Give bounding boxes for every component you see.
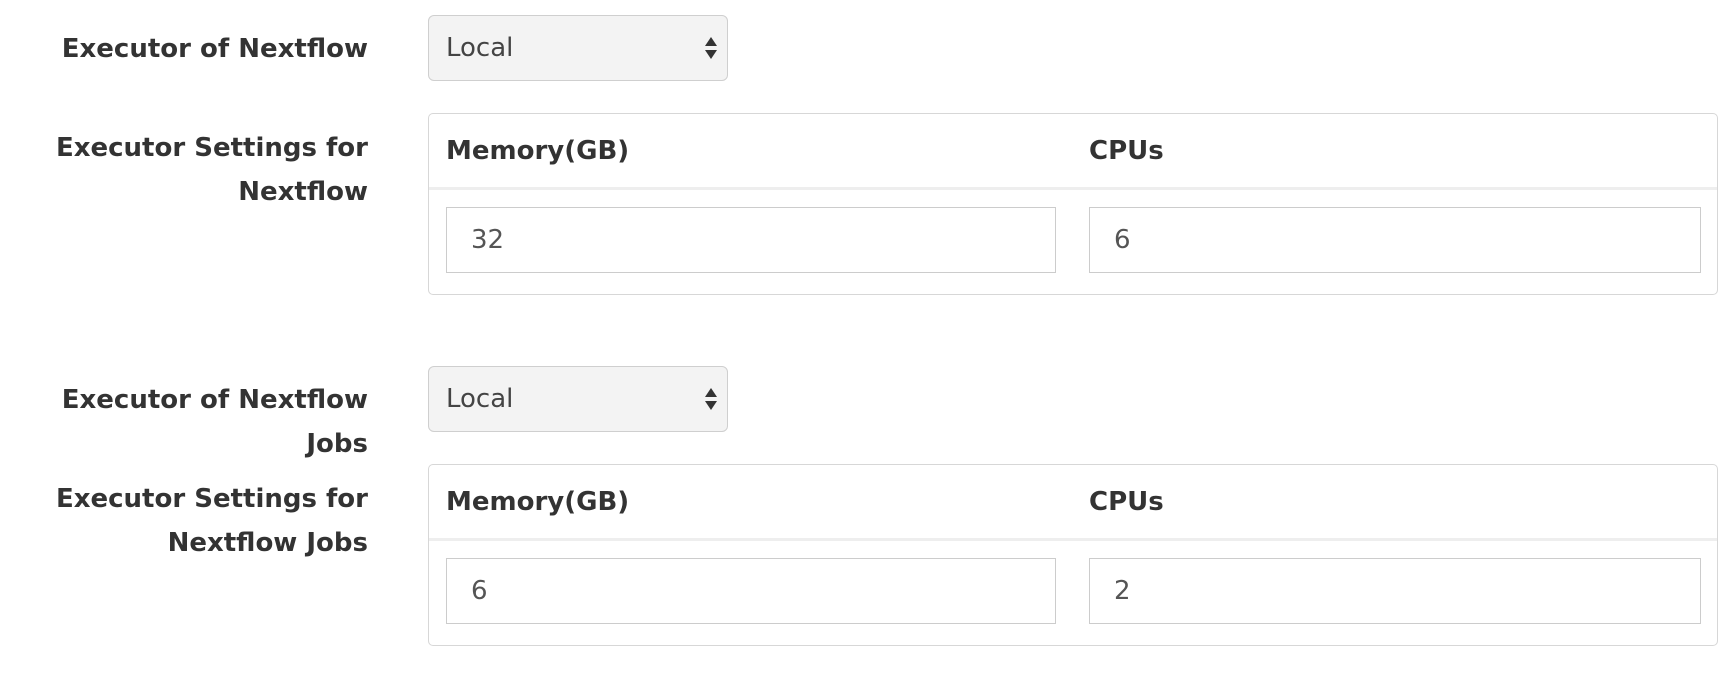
up-down-arrows-icon (705, 37, 717, 59)
executor-jobs-selected-value: Local (446, 384, 514, 414)
executor-settings-jobs-label-line1: Executor Settings for (55, 484, 368, 514)
up-down-arrows-icon (705, 388, 717, 410)
executor-settings-jobs-label-line2: Nextflow Jobs (167, 528, 368, 558)
executor-settings-jobs-label: Executor Settings for Nextflow Jobs (56, 477, 368, 565)
executor-jobs-select[interactable]: Local (428, 366, 728, 432)
jobs-memory-input[interactable] (446, 558, 1056, 624)
executor-settings-nextflow-label-line2: Nextflow (238, 177, 368, 207)
cpus-column-header: CPUs (1089, 487, 1164, 517)
executor-nextflow-selected-value: Local (446, 33, 514, 63)
settings-table-header: Memory(GB) CPUs (429, 114, 1717, 190)
executor-settings-nextflow-panel: Memory(GB) CPUs (428, 113, 1718, 295)
executor-nextflow-label: Executor of Nextflow (61, 34, 368, 64)
settings-table-header: Memory(GB) CPUs (429, 465, 1717, 541)
cpus-column-header: CPUs (1089, 136, 1164, 166)
memory-column-header: Memory(GB) (446, 136, 630, 166)
executor-settings-jobs-panel: Memory(GB) CPUs (428, 464, 1718, 646)
memory-column-header: Memory(GB) (446, 487, 630, 517)
executor-settings-nextflow-label: Executor Settings for Nextflow (56, 126, 368, 214)
nextflow-memory-input[interactable] (446, 207, 1056, 273)
executor-settings-nextflow-label-line1: Executor Settings for (55, 133, 368, 163)
executor-nextflow-select[interactable]: Local (428, 15, 728, 81)
nextflow-cpus-input[interactable] (1089, 207, 1701, 273)
executor-jobs-label: Executor of Nextflow Jobs (61, 385, 368, 459)
jobs-cpus-input[interactable] (1089, 558, 1701, 624)
